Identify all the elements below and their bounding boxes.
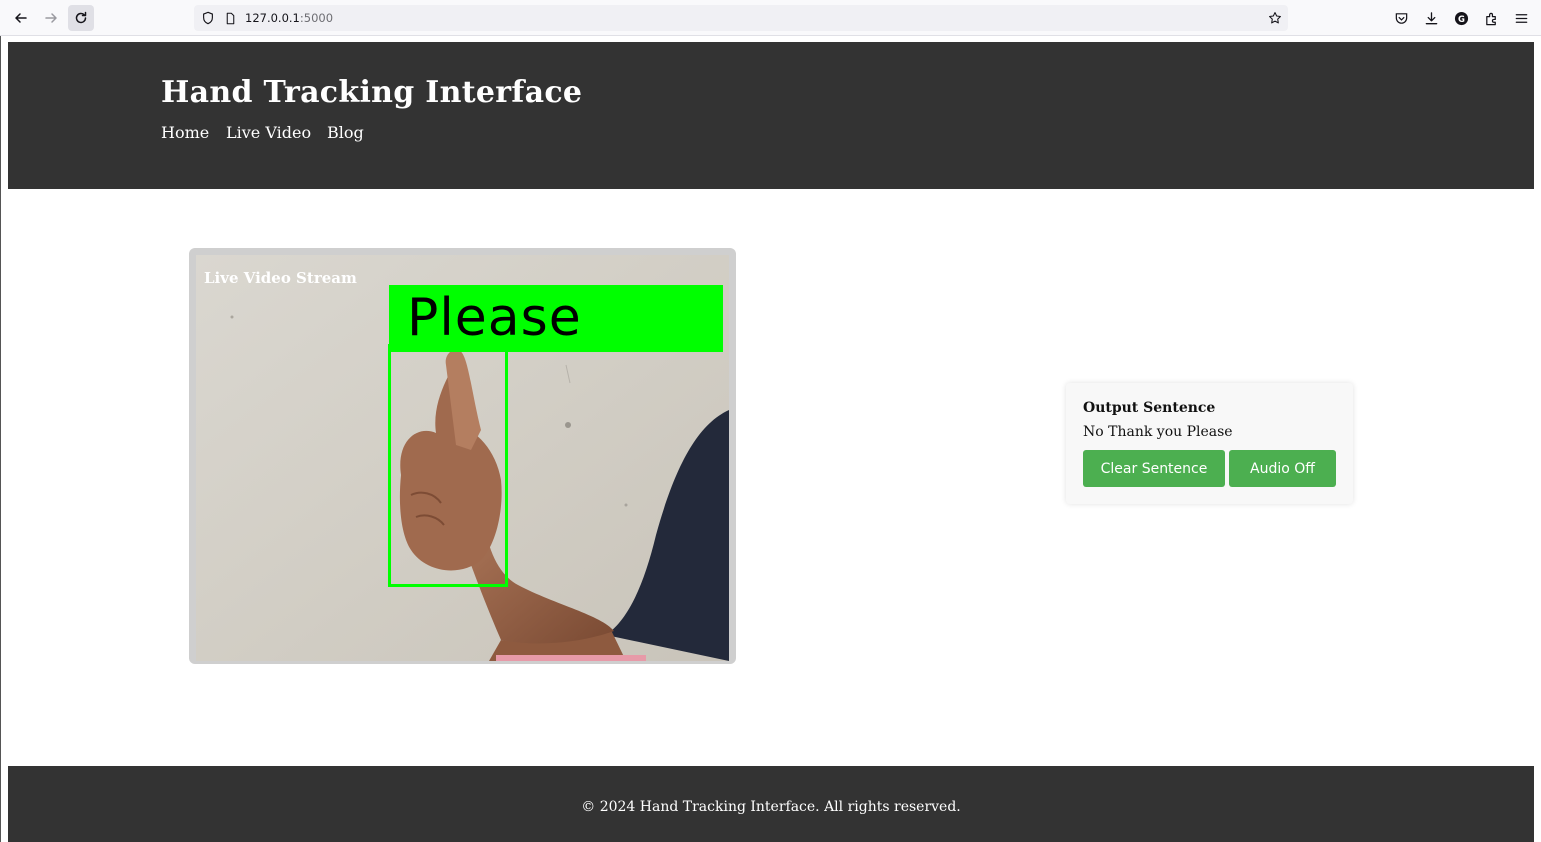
- extensions-icon[interactable]: [1482, 9, 1500, 27]
- video-stream-card: Please Live Video Stream: [189, 248, 736, 664]
- forward-button[interactable]: [38, 5, 64, 31]
- back-arrow-icon: [15, 13, 27, 23]
- account-icon[interactable]: G: [1452, 9, 1470, 27]
- url-bar[interactable]: 127.0.0.1:5000: [194, 5, 1288, 31]
- bookmark-star-icon[interactable]: [1267, 10, 1283, 26]
- clear-sentence-button[interactable]: Clear Sentence: [1083, 450, 1225, 487]
- output-sentence-text: No Thank you Please: [1083, 424, 1233, 440]
- shield-icon[interactable]: [200, 10, 216, 26]
- download-icon[interactable]: [1422, 9, 1440, 27]
- back-button[interactable]: [8, 5, 34, 31]
- browser-toolbar: 127.0.0.1:5000 G: [0, 0, 1541, 36]
- video-stream-frame: Please Live Video Stream: [196, 255, 729, 661]
- nav-home-link[interactable]: Home: [161, 123, 209, 143]
- site-title: Hand Tracking Interface: [161, 75, 583, 110]
- detection-label-box: Please: [389, 285, 723, 352]
- detection-label-text: Please: [407, 288, 582, 348]
- nav-live-video-link[interactable]: Live Video: [226, 123, 311, 143]
- hand-bounding-box: [388, 344, 508, 587]
- output-sentence-panel: Output Sentence No Thank you Please Clea…: [1066, 383, 1353, 504]
- footer-copyright: © 2024 Hand Tracking Interface. All righ…: [581, 799, 961, 815]
- output-sentence-title: Output Sentence: [1083, 400, 1216, 416]
- page-icon[interactable]: [222, 10, 238, 26]
- video-stream-label: Live Video Stream: [204, 269, 357, 287]
- reload-button[interactable]: [68, 5, 94, 31]
- audio-toggle-button[interactable]: Audio Off: [1229, 450, 1336, 487]
- svg-text:G: G: [1458, 13, 1465, 23]
- url-text[interactable]: 127.0.0.1:5000: [245, 10, 333, 26]
- pocket-icon[interactable]: [1392, 9, 1410, 27]
- site-footer: © 2024 Hand Tracking Interface. All righ…: [8, 766, 1534, 842]
- reload-icon: [75, 11, 87, 24]
- menu-icon[interactable]: [1512, 9, 1530, 27]
- forward-arrow-icon: [45, 13, 57, 23]
- site-header: [8, 42, 1534, 189]
- nav-blog-link[interactable]: Blog: [327, 123, 364, 143]
